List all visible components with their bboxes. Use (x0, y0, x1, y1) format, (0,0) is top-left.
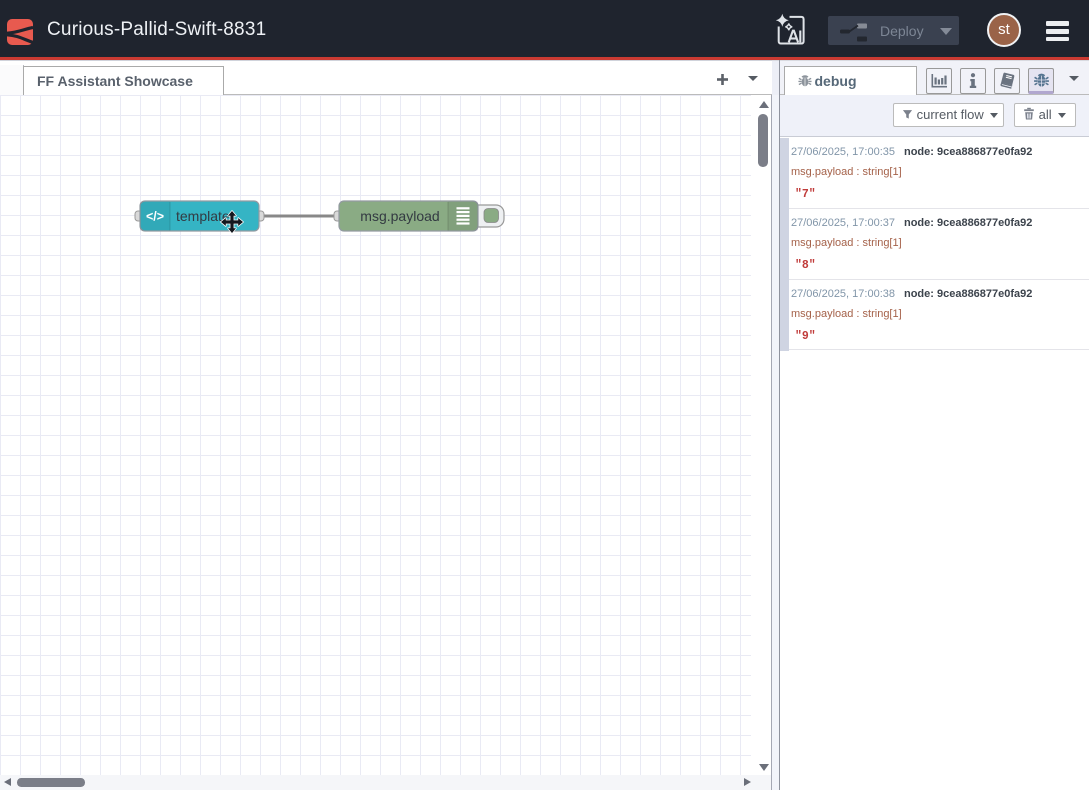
svg-text:msg.payload: msg.payload (360, 208, 439, 224)
svg-text:</>: </> (146, 210, 164, 224)
